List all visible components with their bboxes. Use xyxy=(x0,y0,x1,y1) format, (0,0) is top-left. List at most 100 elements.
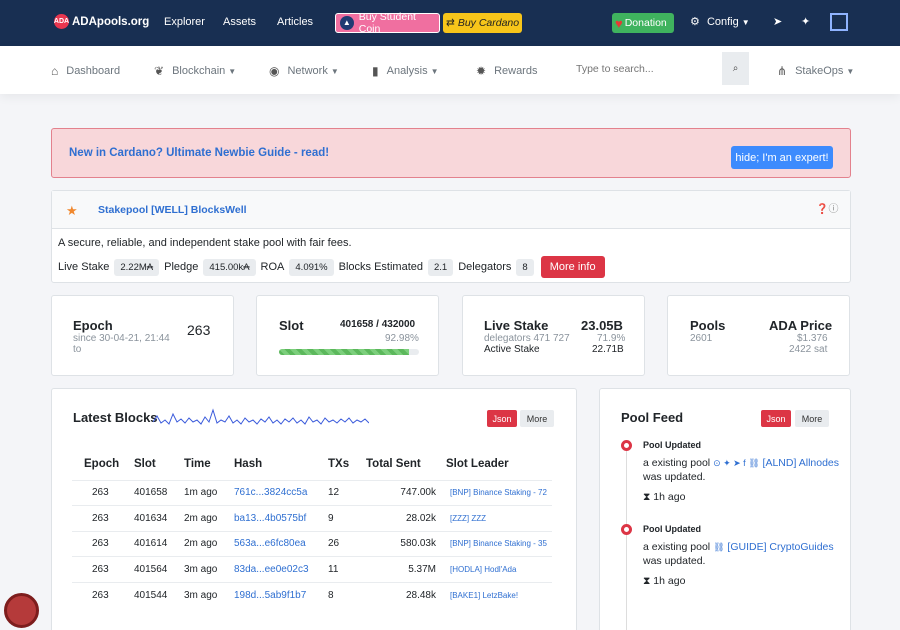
live-stake-label: Live Stake xyxy=(58,261,110,273)
pool-card-header: ★ Stakepool [WELL] BlocksWell ❓ⓘ xyxy=(52,191,850,229)
feed-item-suffix: was updated. xyxy=(643,471,706,483)
feed-item-prefix: a existing pool xyxy=(643,457,711,469)
nav-analysis[interactable]: ▮ Analysis ▼ xyxy=(372,64,439,78)
question-icon[interactable]: ❓ⓘ xyxy=(816,200,838,215)
latest-blocks-table: Epoch Slot Time Hash TXs Total Sent Slot… xyxy=(72,448,552,608)
pool-feed-json-button[interactable]: Json xyxy=(761,410,791,427)
cell-leader-link[interactable]: [BNP] Binance Staking - 72 xyxy=(450,488,547,497)
cell-slot: 401564 xyxy=(134,556,184,582)
cell-slot: 401544 xyxy=(134,581,184,608)
nav-dashboard[interactable]: ⌂ Dashboard xyxy=(51,64,120,78)
cell-leader-link[interactable]: [BAKE1] LetzBake! xyxy=(450,591,518,600)
feed-timeline-line xyxy=(626,450,627,630)
feed-item-time: ⧗ 1h ago xyxy=(643,490,843,504)
col-hash: Hash xyxy=(234,457,263,470)
leaf-icon: ❦ xyxy=(154,64,165,78)
nav-rewards[interactable]: ✹ Rewards xyxy=(476,64,537,78)
ada-price-sat: 2422 sat xyxy=(789,344,828,355)
more-info-button[interactable]: More info xyxy=(540,256,605,278)
feed-pool-link[interactable]: [GUIDE] CryptoGuides xyxy=(727,541,833,553)
info-circle-icon[interactable]: ⓘ xyxy=(828,204,838,215)
buy-cardano-label: Buy Cardano xyxy=(457,17,520,29)
cell-hash-link[interactable]: 761c...3824cc5a xyxy=(234,487,307,498)
blocks-label: Blocks Estimated xyxy=(338,261,423,273)
nav-assets[interactable]: Assets xyxy=(223,16,256,28)
feed-dot-icon xyxy=(621,524,632,535)
newbie-guide-link[interactable]: New in Cardano? Ultimate Newbie Guide - … xyxy=(69,147,329,159)
hide-alert-button[interactable]: hide; I'm an expert! xyxy=(731,146,833,169)
epoch-card: Epoch since 30-04-21, 21:44 to 263 xyxy=(51,295,234,376)
pool-feed-more-button[interactable]: More xyxy=(795,410,829,427)
cell-leader-link[interactable]: [ZZZ] ZZZ xyxy=(450,514,486,523)
cell-epoch: 263 xyxy=(72,556,134,582)
newbie-guide-alert: New in Cardano? Ultimate Newbie Guide - … xyxy=(51,128,851,178)
slot-percent: 92.98% xyxy=(385,333,419,344)
live-stake-percent: 71.9% xyxy=(597,333,626,344)
active-stake-label: Active Stake xyxy=(484,344,540,355)
cell-hash-link[interactable]: 563a...e6fc80ea xyxy=(234,538,306,549)
search-input[interactable] xyxy=(568,52,720,86)
grid-menu-icon[interactable] xyxy=(830,13,848,31)
pools-count: 2601 xyxy=(690,333,713,344)
hourglass-icon: ⧗ xyxy=(643,575,651,587)
secondary-navbar: ⌂ Dashboard ❦ Blockchain ▼ ◉ Network ▼ ▮ Analy… xyxy=(0,46,900,94)
cell-epoch: 263 xyxy=(72,530,134,557)
table-header-row: Epoch Slot Time Hash TXs Total Sent Slot… xyxy=(72,448,552,480)
cell-time: 3m ago xyxy=(184,581,234,608)
nav-stakeops[interactable]: ⋔ StakeOps ▼ xyxy=(777,64,854,78)
latest-blocks-json-button[interactable]: Json xyxy=(487,410,517,427)
pool-feed-title: Pool Feed xyxy=(621,410,684,425)
pool-name-link[interactable]: Stakepool [WELL] BlocksWell xyxy=(98,204,247,216)
col-time: Time xyxy=(184,457,211,470)
cell-hash-link[interactable]: 83da...ee0e02c3 xyxy=(234,564,309,575)
epoch-value: 263 xyxy=(187,322,211,338)
pools-label: Pools xyxy=(690,318,726,333)
stakeops-label: StakeOps xyxy=(795,65,844,77)
feed-time-text: 1h ago xyxy=(653,491,686,503)
social-icons: ⊙ ✦ ➤ f ⛓ xyxy=(713,458,760,468)
roa-value: 4.091% xyxy=(289,258,334,276)
buy-student-coin-button[interactable]: ▲ Buy Student Coin xyxy=(335,11,440,35)
ada-logo-icon: ADA xyxy=(54,14,69,29)
search-icon: ⌕ xyxy=(732,63,739,74)
cell-hash-link[interactable]: ba13...4b0575bf xyxy=(234,513,306,524)
cell-epoch: 263 xyxy=(72,581,134,608)
graduation-cap-icon: ▲ xyxy=(340,16,354,30)
table-row: 263 401614 2m ago 563a...e6fc80ea 26 580… xyxy=(72,530,552,557)
cell-time: 2m ago xyxy=(184,530,234,557)
cell-time: 3m ago xyxy=(184,556,234,582)
buy-student-coin-label: Buy Student Coin xyxy=(358,11,416,35)
telegram-icon[interactable]: ➤ xyxy=(773,15,782,28)
ada-price-label: ADA Price xyxy=(769,318,833,333)
live-stake-title: Live Stake xyxy=(484,318,549,333)
rewards-label: Rewards xyxy=(494,65,538,77)
epoch-label: Epoch xyxy=(73,318,113,333)
table-row: 263 401634 2m ago ba13...4b0575bf 9 28.0… xyxy=(72,505,552,531)
buy-cardano-button[interactable]: ⇄ Buy Cardano xyxy=(443,13,522,33)
feed-pool-link[interactable]: [ALND] Allnodes xyxy=(763,457,839,469)
feed-item-text: a existing pool ⛓ [GUIDE] CryptoGuides w… xyxy=(643,540,843,568)
site-logo[interactable]: ADA ADApools.org xyxy=(54,14,149,29)
blocks-value: 2.1 xyxy=(428,258,454,276)
cell-hash-link[interactable]: 198d...5ab9f1b7 xyxy=(234,590,306,601)
nav-blockchain[interactable]: ❦ Blockchain ▼ xyxy=(154,64,236,78)
nav-network[interactable]: ◉ Network ▼ xyxy=(269,64,339,78)
feed-item-time: ⧗ 1h ago xyxy=(643,574,843,588)
cell-epoch: 263 xyxy=(72,505,134,531)
config-dropdown[interactable]: ⚙ Config ▼ xyxy=(690,15,750,28)
table-row: 263 401658 1m ago 761c...3824cc5a 12 747… xyxy=(72,479,552,506)
cell-leader-link[interactable]: [HODLA] Hodl'Ada xyxy=(450,565,516,574)
latest-blocks-more-button[interactable]: More xyxy=(520,410,554,427)
slot-value: 401658 / 432000 xyxy=(340,319,416,330)
search-button[interactable]: ⌕ xyxy=(722,52,749,85)
donation-button[interactable]: ♥ Donation xyxy=(612,13,674,33)
cell-leader-link[interactable]: [BNP] Binance Staking - 35 xyxy=(450,539,547,548)
dashboard-label: Dashboard xyxy=(66,65,121,77)
home-icon: ⌂ xyxy=(51,64,59,78)
link-icon: ⛓ xyxy=(713,542,725,552)
cogs-icon: ⚙ xyxy=(690,16,700,28)
nav-explorer[interactable]: Explorer xyxy=(164,16,205,28)
floating-app-icon[interactable] xyxy=(4,593,39,628)
twitter-icon[interactable]: ✦ xyxy=(801,15,810,28)
nav-articles[interactable]: Articles xyxy=(277,16,313,28)
